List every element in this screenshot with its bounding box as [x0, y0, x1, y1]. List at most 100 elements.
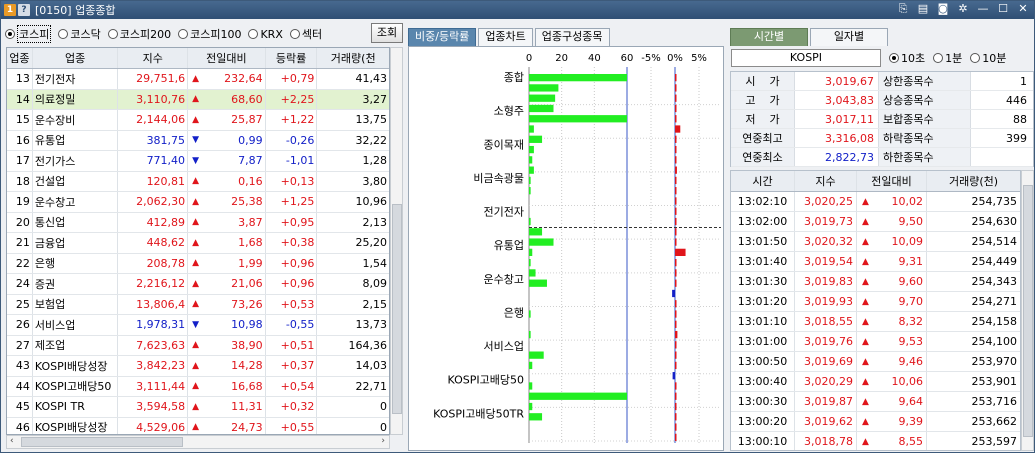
- table-row[interactable]: 21 금융업 448,62 ▲ 1,68 +0,38 25,20: [7, 233, 389, 254]
- table-row[interactable]: 16 유통업 381,75 ▼ 0,99 -0,26 32,22: [7, 130, 389, 151]
- column-header[interactable]: 거래량(천: [317, 48, 389, 68]
- radio-dot-icon[interactable]: [178, 29, 189, 39]
- market-radio-2[interactable]: 코스피200: [107, 26, 171, 42]
- interval-radio-label: 10초: [901, 52, 926, 65]
- market-name-field[interactable]: KOSPI: [731, 49, 881, 67]
- market-radio-5[interactable]: 섹터: [289, 26, 322, 42]
- table-row[interactable]: 25 보험업 13,806,4 ▲ 73,26 +0,53 2,15: [7, 294, 389, 315]
- interval-radio-2[interactable]: 10분: [970, 50, 1006, 66]
- tab-period-1[interactable]: 일자별: [810, 28, 888, 46]
- table-row[interactable]: 13:00:50 3,019,69 ▲ 9,46 253,970: [731, 352, 1020, 372]
- horizontal-scroll-thumb[interactable]: [21, 437, 183, 447]
- rate-bar: [675, 166, 677, 174]
- gear-icon[interactable]: ✲: [956, 2, 970, 16]
- quote-row: 연중최소 2,822,73 하한종목수: [731, 148, 1033, 167]
- camera-icon[interactable]: ◙: [936, 2, 950, 16]
- interval-radio-1[interactable]: 1분: [933, 50, 962, 66]
- column-header[interactable]: 전일대비: [857, 171, 927, 191]
- table-row[interactable]: 13:00:20 3,019,62 ▲ 9,39 253,662: [731, 412, 1020, 432]
- radio-dot-icon[interactable]: [933, 53, 944, 63]
- category-label: KOSPI고배당50TR: [433, 407, 524, 420]
- column-header[interactable]: 지수: [795, 171, 857, 191]
- link-icon[interactable]: ⎘: [896, 2, 910, 16]
- market-radio-0[interactable]: 코스피: [5, 25, 52, 43]
- column-header[interactable]: 등락률: [266, 48, 318, 68]
- sector-code: 14: [7, 89, 33, 109]
- column-header[interactable]: 시간: [731, 171, 795, 191]
- table-row[interactable]: 13:02:10 3,020,25 ▲ 10,02 254,735: [731, 192, 1020, 212]
- table-row[interactable]: 44 KOSPI고배당50 3,111,44 ▲ 16,68 +0,54 22,71: [7, 376, 389, 397]
- table-row[interactable]: 22 은행 208,78 ▲ 1,99 +0,96 1,54: [7, 253, 389, 274]
- table-row[interactable]: 46 KOSPI배당성장 4,529,06 ▲ 24,73 +0,55 0: [7, 417, 389, 434]
- memo-icon[interactable]: ▤: [916, 2, 930, 16]
- table-row[interactable]: 18 건설업 120,81 ▲ 0,16 +0,13 3,80: [7, 171, 389, 192]
- sector-change-value: 24,73: [231, 420, 263, 434]
- help-icon[interactable]: ?: [18, 4, 30, 16]
- table-row[interactable]: 13:01:40 3,019,54 ▲ 9,31 254,449: [731, 252, 1020, 272]
- table-row[interactable]: 45 KOSPI TR 3,594,58 ▲ 11,31 +0,32 0: [7, 397, 389, 418]
- table-row[interactable]: 13:01:10 3,018,55 ▲ 8,32 254,158: [731, 312, 1020, 332]
- time-table-scroll-thumb[interactable]: [1023, 185, 1033, 437]
- table-row[interactable]: 13:01:20 3,019,93 ▲ 9,70 254,271: [731, 292, 1020, 312]
- table-row[interactable]: 13:00:10 3,018,78 ▲ 8,55 253,597: [731, 432, 1020, 450]
- sector-rate: +0,95: [266, 212, 318, 232]
- radio-dot-icon[interactable]: [248, 29, 259, 39]
- table-row[interactable]: 19 운수창고 2,062,30 ▲ 25,38 +1,25 10,96: [7, 192, 389, 213]
- query-button[interactable]: 조회: [371, 23, 403, 43]
- table-row[interactable]: 13:01:30 3,019,83 ▲ 9,60 254,343: [731, 272, 1020, 292]
- table-row[interactable]: 13:00:30 3,019,87 ▲ 9,64 253,716: [731, 392, 1020, 412]
- sector-volume: 1,28: [362, 154, 388, 168]
- minimize-icon[interactable]: —: [976, 2, 990, 16]
- column-header[interactable]: 업종: [7, 48, 33, 68]
- market-radio-1[interactable]: 코스닥: [58, 26, 101, 42]
- radio-dot-icon[interactable]: [58, 29, 69, 39]
- tab-period-0[interactable]: 시간별: [730, 28, 808, 46]
- table-row[interactable]: 14 의료정밀 3,110,76 ▲ 68,60 +2,25 3,27: [7, 89, 389, 110]
- sector-table-horizontal-scrollbar[interactable]: ‹ ›: [6, 435, 390, 449]
- radio-dot-icon[interactable]: [107, 29, 118, 39]
- tab-chart-1[interactable]: 업종차트: [478, 28, 533, 46]
- sector-code: 19: [7, 192, 33, 212]
- maximize-icon[interactable]: ☐: [996, 2, 1010, 16]
- tab-chart-2[interactable]: 업종구성종목: [534, 28, 610, 46]
- sector-change: ▲ 1,68: [188, 233, 266, 253]
- market-radio-4[interactable]: KRX: [248, 28, 283, 41]
- change-value: 9,53: [898, 335, 924, 348]
- close-icon[interactable]: ✕: [1016, 2, 1030, 16]
- screen-number-badge[interactable]: 1: [4, 4, 16, 16]
- table-row[interactable]: 15 운수장비 2,144,06 ▲ 25,87 +1,22 13,75: [7, 110, 389, 131]
- time-day-tabs: 시간별 일자별: [730, 28, 890, 46]
- column-header[interactable]: 지수: [118, 48, 189, 68]
- table-row[interactable]: 24 증권 2,216,12 ▲ 21,06 +0,96 8,09: [7, 274, 389, 295]
- scroll-right-icon[interactable]: ›: [381, 436, 385, 446]
- radio-dot-icon[interactable]: [289, 29, 300, 39]
- sector-change: ▲ 11,31: [188, 397, 266, 417]
- radio-dot-icon[interactable]: [889, 53, 899, 63]
- sector-table-vertical-scrollbar[interactable]: [390, 47, 403, 435]
- table-row[interactable]: 17 전기가스 771,40 ▼ 7,87 -1,01 1,28: [7, 151, 389, 172]
- vertical-scroll-thumb[interactable]: [392, 204, 402, 414]
- table-row[interactable]: 43 KOSPI배당성장 3,842,23 ▲ 14,28 +0,37 14,03: [7, 356, 389, 377]
- table-row[interactable]: 13 전기전자 29,751,6 ▲ 232,64 +0,79 41,43: [7, 69, 389, 90]
- table-row[interactable]: 20 통신업 412,89 ▲ 3,87 +0,95 2,13: [7, 212, 389, 233]
- table-row[interactable]: 13:00:40 3,020,29 ▲ 10,06 253,901: [731, 372, 1020, 392]
- table-row[interactable]: 13:02:00 3,019,73 ▲ 9,50 254,630: [731, 212, 1020, 232]
- radio-dot-icon[interactable]: [970, 53, 981, 63]
- radio-dot-icon[interactable]: [5, 29, 15, 39]
- time-table-vertical-scrollbar[interactable]: [1021, 170, 1034, 451]
- table-row[interactable]: 27 제조업 7,623,63 ▲ 38,90 +0,51 164,36: [7, 335, 389, 356]
- column-header[interactable]: 업종: [33, 48, 119, 68]
- scroll-left-icon[interactable]: ‹: [10, 436, 14, 446]
- column-header[interactable]: 전일대비: [188, 48, 266, 68]
- column-header[interactable]: 거래량(천): [927, 171, 1020, 191]
- interval-radio-0[interactable]: 10초: [889, 50, 925, 66]
- market-radio-3[interactable]: 코스피100: [178, 26, 241, 42]
- title-bar[interactable]: 1 ? [0150] 업종종합 ⎘ ▤ ◙ ✲ — ☐ ✕: [1, 1, 1034, 19]
- table-row[interactable]: 26 서비스업 1,978,31 ▼ 10,98 -0,55 13,73: [7, 315, 389, 336]
- change-value: 8,32: [898, 315, 924, 328]
- sector-change-value: 232,64: [224, 72, 263, 86]
- table-row[interactable]: 13:01:50 3,020,32 ▲ 10,09 254,514: [731, 232, 1020, 252]
- tab-chart-0[interactable]: 비중/등락률: [408, 28, 477, 46]
- table-row[interactable]: 13:01:00 3,019,76 ▲ 9,53 254,100: [731, 332, 1020, 352]
- time-cell: 13:01:10: [731, 312, 795, 331]
